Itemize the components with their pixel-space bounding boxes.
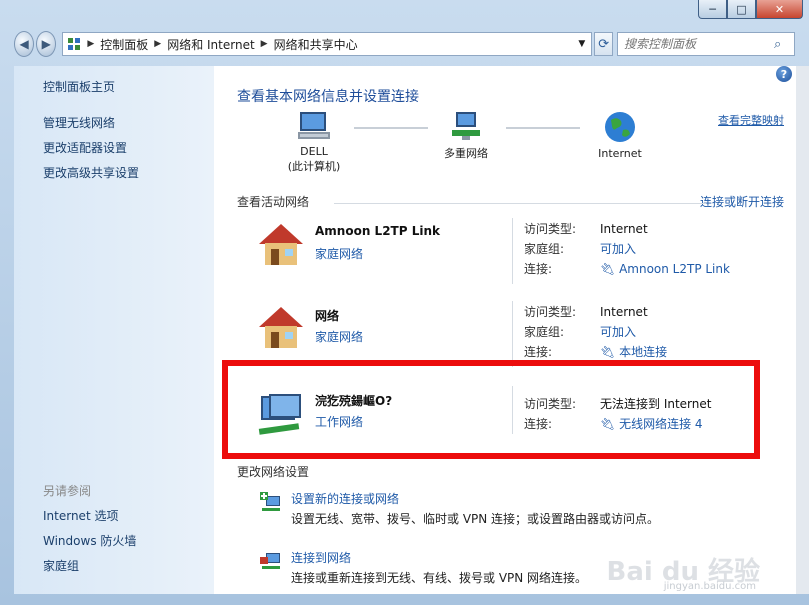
computer-name: DELL xyxy=(300,145,328,158)
connection-row: 连接: 🔌︎ 本地连接 xyxy=(524,345,668,359)
network-type-link[interactable]: 家庭网络 xyxy=(315,245,363,262)
back-button[interactable]: ◀ xyxy=(14,31,35,57)
map-link-line xyxy=(354,127,428,129)
house-icon xyxy=(259,307,303,348)
map-node-internet[interactable]: Internet xyxy=(590,110,650,160)
breadcrumb-separator: ▶ xyxy=(87,39,95,49)
see-also-firewall[interactable]: Windows 防火墙 xyxy=(43,532,136,549)
globe-icon xyxy=(605,112,635,142)
page-title: 查看基本网络信息并设置连接 xyxy=(237,89,419,105)
network-card: Amnoon L2TP Link 家庭网络 访问类型: Internet 家庭组:… xyxy=(237,218,784,288)
help-icon[interactable]: ? xyxy=(776,66,792,82)
full-map-link[interactable]: 查看完整映射 xyxy=(718,112,784,128)
connection-row: 连接: 🔌︎ Amnoon L2TP Link xyxy=(524,262,730,276)
homegroup-row: 家庭组: 可加入 xyxy=(524,242,637,256)
scrollbar[interactable] xyxy=(796,66,809,594)
network-name: Amnoon L2TP Link xyxy=(315,224,440,238)
network-label: 多重网络 xyxy=(444,147,488,160)
forward-button[interactable]: ▶ xyxy=(36,31,57,57)
search-input[interactable] xyxy=(618,36,774,52)
sidebar-item-control-panel-home[interactable]: 控制面板主页 xyxy=(43,78,115,95)
control-panel-icon xyxy=(68,38,81,50)
computer-icon xyxy=(298,112,330,139)
setup-connection-link[interactable]: 设置新的连接或网络 xyxy=(291,490,399,507)
sidebar: 控制面板主页 管理无线网络 更改适配器设置 更改高级共享设置 另请参阅 Inte… xyxy=(14,66,214,594)
active-networks-heading: 查看活动网络 xyxy=(237,195,310,209)
house-icon xyxy=(259,224,303,265)
address-bar: ◀ ▶ ▶ 控制面板 ▶ 网络和 Internet ▶ 网络和共享中心 ▼ ⟳ … xyxy=(14,30,795,58)
homegroup-row: 家庭组: 可加入 xyxy=(524,325,637,339)
plug-icon: 🔌︎ xyxy=(600,262,620,276)
forward-arrow-icon: ▶ xyxy=(41,37,51,51)
column-divider xyxy=(512,301,513,367)
breadcrumb[interactable]: ▶ 控制面板 ▶ 网络和 Internet ▶ 网络和共享中心 ▼ xyxy=(62,32,593,56)
see-also-internet-options[interactable]: Internet 选项 xyxy=(43,507,118,524)
change-settings-heading: 更改网络设置 xyxy=(237,465,310,479)
back-arrow-icon: ◀ xyxy=(19,37,29,51)
sidebar-item-manage-wireless[interactable]: 管理无线网络 xyxy=(43,114,115,131)
connection-link[interactable]: 🔌︎ Amnoon L2TP Link xyxy=(600,262,730,276)
network-type-link[interactable]: 家庭网络 xyxy=(315,328,363,345)
homegroup-link[interactable]: 可加入 xyxy=(600,242,636,256)
task-description: 设置无线、宽带、拨号、临时或 VPN 连接；或设置路由器或访问点。 xyxy=(291,512,660,526)
access-type-row: 访问类型: Internet xyxy=(524,305,648,319)
breadcrumb-separator: ▶ xyxy=(154,39,162,49)
network-name: 网络 xyxy=(315,309,340,323)
sidebar-item-adapter-settings[interactable]: 更改适配器设置 xyxy=(43,139,127,156)
homegroup-link[interactable]: 可加入 xyxy=(600,325,636,339)
sidebar-item-advanced-sharing[interactable]: 更改高级共享设置 xyxy=(43,164,139,181)
highlight-box xyxy=(222,360,760,459)
refresh-icon: ⟳ xyxy=(598,36,610,52)
refresh-button[interactable]: ⟳ xyxy=(594,32,613,56)
maximize-button[interactable]: □ xyxy=(727,0,756,19)
connect-network-icon xyxy=(260,553,280,569)
computer-subtitle: (此计算机) xyxy=(287,160,341,173)
connection-link[interactable]: 🔌︎ 本地连接 xyxy=(600,345,667,359)
plug-icon: 🔌︎ xyxy=(600,345,620,359)
watermark-url: jingyan.baidu.com xyxy=(663,581,756,592)
breadcrumb-network-center[interactable]: 网络和共享中心 xyxy=(274,36,358,53)
search-box[interactable]: ⌕ xyxy=(617,32,795,56)
section-divider xyxy=(334,203,706,204)
minimize-button[interactable]: ─ xyxy=(698,0,727,19)
map-node-computer[interactable]: DELL (此计算机) xyxy=(284,110,344,174)
task-description: 连接或重新连接到无线、有线、拨号或 VPN 网络连接。 xyxy=(291,571,588,585)
new-connection-icon xyxy=(260,492,280,511)
column-divider xyxy=(512,218,513,284)
access-type-row: 访问类型: Internet xyxy=(524,222,648,236)
breadcrumb-separator: ▶ xyxy=(260,39,268,49)
internet-label: Internet xyxy=(598,147,642,160)
see-also-homegroup[interactable]: 家庭组 xyxy=(43,557,79,574)
caption-buttons: ─ □ ✕ xyxy=(698,0,803,19)
map-node-network[interactable]: 多重网络 xyxy=(436,110,496,161)
connect-network-link[interactable]: 连接到网络 xyxy=(291,549,351,566)
breadcrumb-network-internet[interactable]: 网络和 Internet xyxy=(167,36,254,53)
chevron-down-icon[interactable]: ▼ xyxy=(578,39,585,49)
connect-disconnect-link[interactable]: 连接或断开连接 xyxy=(700,193,784,210)
search-icon[interactable]: ⌕ xyxy=(774,37,790,52)
window-frame: ─ □ ✕ ◀ ▶ ▶ 控制面板 ▶ 网络和 Internet ▶ 网络和共享中… xyxy=(0,0,809,605)
main-panel: ? 查看基本网络信息并设置连接 查看完整映射 DELL (此计算机) 多重网络 xyxy=(214,66,796,594)
see-also-heading: 另请参阅 xyxy=(43,484,92,498)
network-icon xyxy=(452,112,480,140)
close-button[interactable]: ✕ xyxy=(756,0,803,19)
map-link-line xyxy=(506,127,580,129)
breadcrumb-control-panel[interactable]: 控制面板 xyxy=(100,36,148,53)
